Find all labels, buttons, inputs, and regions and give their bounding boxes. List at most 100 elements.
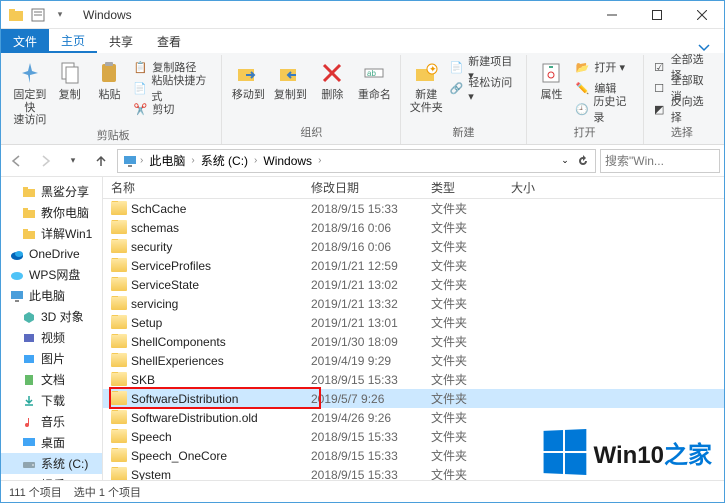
file-name: ServiceProfiles xyxy=(131,259,211,273)
file-date: 2019/1/21 13:02 xyxy=(303,278,423,292)
copy-button[interactable]: 复制 xyxy=(51,57,89,102)
nav-item[interactable]: 图片 xyxy=(1,348,102,369)
forward-button[interactable] xyxy=(33,149,57,173)
nav-item-label: 音乐 xyxy=(41,413,65,430)
ribbon-group-clipboard: 固定到快 速访问 复制 粘贴 📋复制路径 📄粘贴快捷方式 ✂️剪切 剪贴板 xyxy=(5,55,222,144)
table-row[interactable]: ShellComponents2019/1/30 18:09文件夹 xyxy=(103,332,724,351)
nav-item[interactable]: 娱乐 (D:) xyxy=(1,474,102,480)
breadcrumb[interactable]: › 此电脑 › 系统 (C:) › Windows › ⌄ xyxy=(117,149,596,173)
paste-shortcut-button[interactable]: 📄粘贴快捷方式 xyxy=(130,78,215,98)
table-row[interactable]: SchCache2018/9/15 15:33文件夹 xyxy=(103,199,724,218)
nav-item[interactable]: 下载 xyxy=(1,390,102,411)
minimize-button[interactable] xyxy=(589,1,634,29)
file-date: 2018/9/15 15:33 xyxy=(303,373,423,387)
search-input[interactable]: 搜索"Win... xyxy=(600,149,720,173)
new-folder-button[interactable]: ✦新建 文件夹 xyxy=(407,57,445,114)
close-button[interactable] xyxy=(679,1,724,29)
nav-item[interactable]: 3D 对象 xyxy=(1,306,102,327)
nav-item[interactable]: 视频 xyxy=(1,327,102,348)
file-type: 文件夹 xyxy=(423,409,503,426)
file-name: SchCache xyxy=(131,202,186,216)
tab-share[interactable]: 共享 xyxy=(97,29,145,53)
file-name: SoftwareDistribution xyxy=(131,392,238,406)
move-to-button[interactable]: 移动到 xyxy=(228,57,268,102)
file-date: 2018/9/16 0:06 xyxy=(303,221,423,235)
cut-button[interactable]: ✂️剪切 xyxy=(130,99,215,119)
nav-item[interactable]: 音乐 xyxy=(1,411,102,432)
maximize-button[interactable] xyxy=(634,1,679,29)
col-size[interactable]: 大小 xyxy=(503,179,583,196)
easy-access-button[interactable]: 🔗轻松访问 ▾ xyxy=(447,78,519,98)
nav-item[interactable]: 此电脑 xyxy=(1,285,102,306)
crumb-pc[interactable]: 此电脑 xyxy=(145,152,189,169)
table-row[interactable]: servicing2019/1/21 13:32文件夹 xyxy=(103,294,724,313)
doc-icon xyxy=(21,372,37,388)
dropdown-icon[interactable]: ⌄ xyxy=(557,153,573,169)
nav-item[interactable]: OneDrive xyxy=(1,244,102,264)
table-row[interactable]: SoftwareDistribution2019/5/7 9:26文件夹 xyxy=(103,389,724,408)
folder-icon xyxy=(111,315,127,329)
table-row[interactable]: SKB2018/9/15 15:33文件夹 xyxy=(103,370,724,389)
properties-button[interactable]: 属性 xyxy=(533,57,571,102)
col-type[interactable]: 类型 xyxy=(423,179,503,196)
file-date: 2019/1/30 18:09 xyxy=(303,335,423,349)
history-button[interactable]: 🕘历史记录 xyxy=(572,99,636,119)
tab-file[interactable]: 文件 xyxy=(1,29,49,53)
refresh-icon[interactable] xyxy=(575,153,591,169)
up-button[interactable] xyxy=(89,149,113,173)
folder-icon xyxy=(111,334,127,348)
tab-view[interactable]: 查看 xyxy=(145,29,193,53)
nav-item[interactable]: 教你电脑 xyxy=(1,202,102,223)
nav-item[interactable]: 文档 xyxy=(1,369,102,390)
ribbon-group-open: 属性 📂打开 ▾ ✏️编辑 🕘历史记录 打开 xyxy=(527,55,644,144)
folder-icon xyxy=(111,296,127,310)
tab-home[interactable]: 主页 xyxy=(49,29,97,53)
rename-button[interactable]: ab重命名 xyxy=(354,57,394,102)
open-button[interactable]: 📂打开 ▾ xyxy=(572,57,636,77)
folder-icon xyxy=(7,6,25,24)
properties-icon[interactable] xyxy=(29,6,47,24)
crumb-folder[interactable]: Windows xyxy=(259,154,316,168)
nav-item-label: 黑鲨分享 xyxy=(41,183,89,200)
ribbon-group-new: ✦新建 文件夹 📄新建项目 ▾ 🔗轻松访问 ▾ 新建 xyxy=(401,55,526,144)
file-name: ServiceState xyxy=(131,278,199,292)
dropdown-icon[interactable]: ▾ xyxy=(51,6,69,24)
nav-item[interactable]: 黑鲨分享 xyxy=(1,181,102,202)
table-row[interactable]: schemas2018/9/16 0:06文件夹 xyxy=(103,218,724,237)
col-name[interactable]: 名称 xyxy=(103,179,303,196)
pc-icon xyxy=(9,288,25,304)
copy-to-button[interactable]: 复制到 xyxy=(270,57,310,102)
back-button[interactable] xyxy=(5,149,29,173)
paste-button[interactable]: 粘贴 xyxy=(91,57,129,102)
file-type: 文件夹 xyxy=(423,371,503,388)
nav-item-label: 图片 xyxy=(41,350,65,367)
selection-count: 选中 1 个项目 xyxy=(74,484,141,500)
table-row[interactable]: ServiceProfiles2019/1/21 12:59文件夹 xyxy=(103,256,724,275)
table-row[interactable]: ServiceState2019/1/21 13:02文件夹 xyxy=(103,275,724,294)
nav-item-label: 详解Win1 xyxy=(41,225,92,242)
file-name: Setup xyxy=(131,316,162,330)
delete-button[interactable]: 删除 xyxy=(312,57,352,102)
file-date: 2019/1/21 13:32 xyxy=(303,297,423,311)
table-row[interactable]: security2018/9/16 0:06文件夹 xyxy=(103,237,724,256)
table-row[interactable]: ShellExperiences2019/4/19 9:29文件夹 xyxy=(103,351,724,370)
recent-dropdown[interactable]: ▾ xyxy=(61,149,85,173)
file-date: 2019/1/21 13:01 xyxy=(303,316,423,330)
nav-item-label: 文档 xyxy=(41,371,65,388)
nav-item[interactable]: WPS网盘 xyxy=(1,264,102,285)
file-type: 文件夹 xyxy=(423,333,503,350)
title-bar: ▾ Windows xyxy=(1,1,724,29)
col-date[interactable]: 修改日期 xyxy=(303,179,423,196)
invert-selection-button[interactable]: ◩反向选择 xyxy=(650,99,714,119)
crumb-drive[interactable]: 系统 (C:) xyxy=(197,152,252,169)
nav-item[interactable]: 桌面 xyxy=(1,432,102,453)
nav-item[interactable]: 详解Win1 xyxy=(1,223,102,244)
nav-item[interactable]: 系统 (C:) xyxy=(1,453,102,474)
drive-icon xyxy=(21,477,37,481)
pin-button[interactable]: 固定到快 速访问 xyxy=(11,57,49,127)
nav-item-label: 娱乐 (D:) xyxy=(41,476,88,480)
table-row[interactable]: SoftwareDistribution.old2019/4/26 9:26文件… xyxy=(103,408,724,427)
status-bar: 111 个项目 选中 1 个项目 xyxy=(1,480,724,502)
column-header[interactable]: 名称 修改日期 类型 大小 xyxy=(103,177,724,199)
table-row[interactable]: Setup2019/1/21 13:01文件夹 xyxy=(103,313,724,332)
